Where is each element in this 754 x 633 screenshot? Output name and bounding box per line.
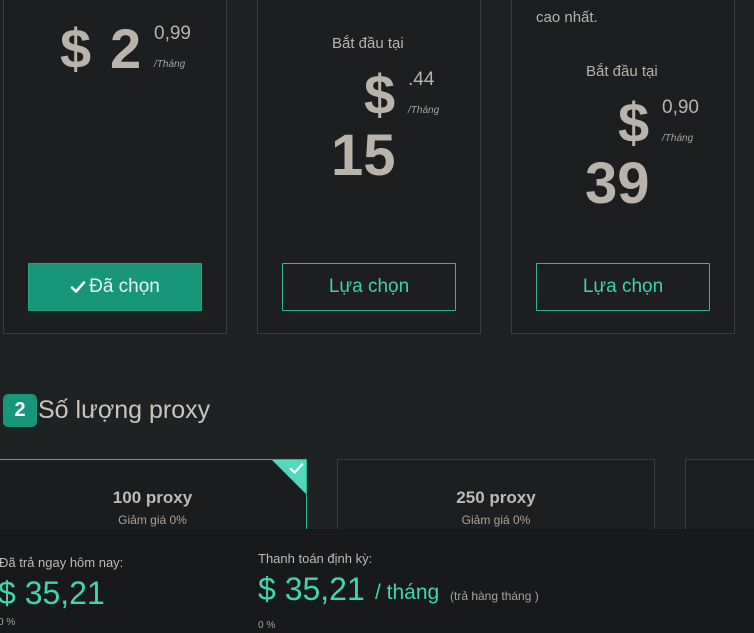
plan-2-price-whole: 15 — [331, 123, 396, 188]
payment-summary: Đã trả ngay hôm nay: $ 35,21 0 % Thanh t… — [0, 529, 754, 633]
check-icon — [70, 281, 86, 293]
plan-card-3: cao nhất. Bắt đầu tại $ 0,90 /Tháng 39 L… — [511, 0, 735, 334]
plan-3-dollar-sign: $ — [618, 91, 650, 154]
recurring-amount: $ 35,21 — [258, 571, 365, 607]
recurring-period: / tháng — [375, 581, 440, 604]
plan-3-tagline: cao nhất. — [536, 9, 598, 26]
plan-1-price-whole: 2 — [110, 17, 142, 80]
plan-1-selected-button[interactable]: Đã chọn — [28, 263, 202, 311]
plan-2-select-button[interactable]: Lựa chọn — [282, 263, 456, 311]
plan-1-dollar-sign: $ — [60, 17, 92, 80]
proxy-option-discount: Giảm giá 0% — [118, 513, 187, 527]
plan-2-button-label: Lựa chọn — [328, 276, 410, 297]
plan-3-price-cents: 0,90 — [662, 97, 699, 118]
proxy-option-discount: Giảm giá 0% — [461, 513, 531, 527]
plan-2-period: /Tháng — [408, 105, 440, 116]
plan-3-price-whole: 39 — [585, 151, 650, 216]
section-title: Số lượng proxy — [38, 396, 211, 424]
plan-3-button-label: Lựa chọn — [582, 276, 664, 297]
plan-2-starts-label: Bắt đầu tại — [332, 35, 404, 52]
paid-today-percent: 0 % — [0, 617, 16, 628]
plan-card-1: $ 2 0,99 /Tháng Đã chọn — [3, 0, 227, 334]
recurring-note: (trả hàng tháng ) — [450, 589, 539, 603]
plan-1-button-label: Đã chọn — [89, 276, 160, 297]
step-number-badge: 2 — [3, 394, 37, 427]
proxy-option-name: 100 proxy — [112, 488, 193, 507]
recurring-percent: 0 % — [258, 620, 276, 631]
plan-2-dollar-sign: $ — [364, 63, 396, 126]
plan-card-2: Bắt đầu tại $ .44 /Tháng 15 Lựa chọn — [257, 0, 481, 334]
plan-3-select-button[interactable]: Lựa chọn — [536, 263, 710, 311]
corner-check-icon — [289, 463, 304, 474]
proxy-option-name: 250 proxy — [456, 488, 536, 507]
recurring-label: Thanh toán định kỳ: — [258, 551, 373, 566]
paid-today-amount: $ 35,21 — [0, 575, 105, 611]
plan-1-price-cents: 0,99 — [154, 23, 191, 44]
plan-3-starts-label: Bắt đầu tại — [586, 63, 658, 80]
plan-3-period: /Tháng — [662, 133, 694, 144]
paid-today-label: Đã trả ngay hôm nay: — [0, 555, 124, 570]
plan-1-period: /Tháng — [154, 59, 186, 70]
plan-2-price-cents: .44 — [408, 69, 435, 90]
